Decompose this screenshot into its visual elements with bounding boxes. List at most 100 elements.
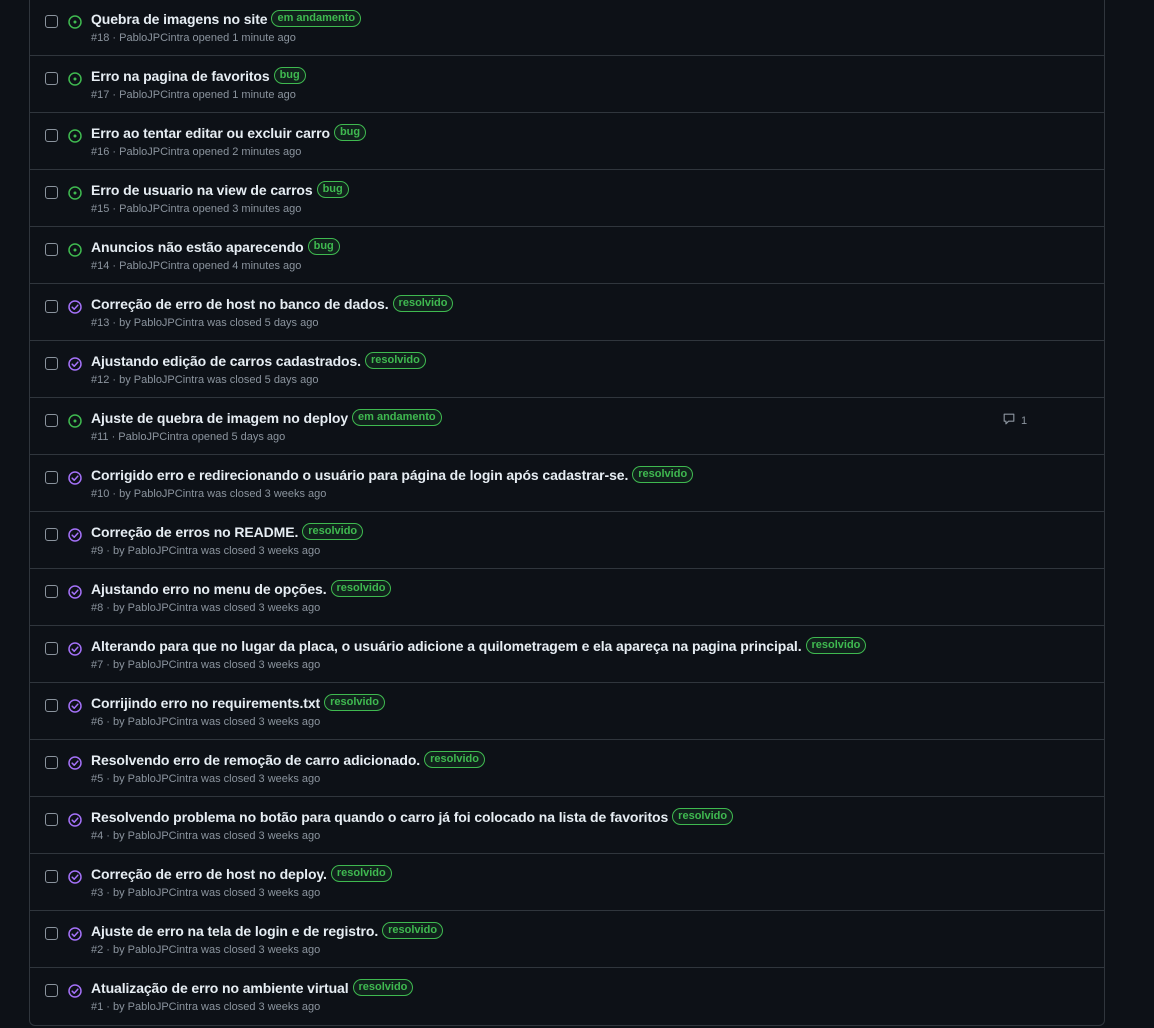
issue-title-link[interactable]: Corrijindo erro no requirements.txt: [91, 695, 320, 711]
select-checkbox[interactable]: [45, 528, 58, 541]
issue-row[interactable]: Ajuste de quebra de imagem no deploy em a…: [30, 397, 1104, 454]
select-checkbox[interactable]: [45, 642, 58, 655]
issue-label[interactable]: em andamento: [352, 409, 442, 426]
issue-row[interactable]: Ajuste de erro na tela de login e de reg…: [30, 910, 1104, 967]
issue-row[interactable]: Resolvendo problema no botão para quando…: [30, 796, 1104, 853]
issue-label[interactable]: bug: [273, 67, 306, 84]
issue-title-link[interactable]: Resolvendo erro de remoção de carro adic…: [91, 752, 420, 768]
issue-meta: #16 · PabloJPCintra opened 2 minutes ago: [91, 146, 302, 158]
issue-title-link[interactable]: Resolvendo problema no botão para quando…: [91, 809, 668, 825]
issue-title-link[interactable]: Correção de erro de host no banco de dad…: [91, 296, 389, 312]
issue-label[interactable]: em andamento: [271, 10, 362, 27]
select-checkbox[interactable]: [45, 927, 58, 940]
issue-title-link[interactable]: Quebra de imagens no site: [91, 11, 268, 27]
issue-title-link[interactable]: Corrigido erro e redirecionando o usuári…: [91, 467, 628, 483]
issue-label[interactable]: resolvido: [330, 865, 392, 882]
issue-meta: #10 · by PabloJPCintra was closed 3 week…: [91, 488, 327, 500]
issue-row[interactable]: Correção de erro de host no deploy. resol…: [30, 853, 1104, 910]
issue-closed-icon: [67, 698, 83, 714]
issue-closed-icon: [67, 470, 83, 486]
issue-label[interactable]: resolvido: [672, 808, 734, 825]
select-checkbox[interactable]: [45, 243, 58, 256]
issue-title-link[interactable]: Ajustando edição de carros cadastrados.: [91, 353, 361, 369]
select-checkbox[interactable]: [45, 585, 58, 598]
issue-title-link[interactable]: Erro na pagina de favoritos: [91, 68, 270, 84]
issue-row[interactable]: Correção de erros no README. resolvido #9 …: [30, 511, 1104, 568]
issue-title-link[interactable]: Erro ao tentar editar ou excluir carro: [91, 125, 330, 141]
select-checkbox[interactable]: [45, 756, 58, 769]
issue-title-line: Erro na pagina de favoritos bug: [91, 67, 306, 84]
select-checkbox[interactable]: [45, 471, 58, 484]
issue-row[interactable]: Anuncios não estão aparecendo bug #14 · Pa…: [30, 226, 1104, 283]
select-checkbox[interactable]: [45, 300, 58, 313]
issue-row[interactable]: Corrigido erro e redirecionando o usuári…: [30, 454, 1104, 511]
issue-opened-icon: [67, 128, 83, 144]
issue-title-line: Ajuste de erro na tela de login e de reg…: [91, 922, 444, 939]
select-checkbox[interactable]: [45, 699, 58, 712]
issue-meta: #7 · by PabloJPCintra was closed 3 weeks…: [91, 659, 321, 671]
issue-title-line: Correção de erro de host no deploy. resol…: [91, 865, 392, 882]
issue-title-line: Corrijindo erro no requirements.txt resol…: [91, 694, 385, 711]
issue-label[interactable]: resolvido: [424, 751, 485, 768]
issue-label[interactable]: resolvido: [382, 922, 444, 939]
issue-closed-icon: [67, 812, 83, 828]
select-checkbox[interactable]: [45, 813, 58, 826]
issue-row[interactable]: Quebra de imagens no site em andamento #18…: [30, 0, 1104, 55]
issue-row[interactable]: Resolvendo erro de remoção de carro adic…: [30, 739, 1104, 796]
select-checkbox[interactable]: [45, 129, 58, 142]
issue-title-link[interactable]: Ajuste de erro na tela de login e de reg…: [91, 923, 378, 939]
issue-meta: #8 · by PabloJPCintra was closed 3 weeks…: [91, 602, 321, 614]
issue-label[interactable]: resolvido: [632, 466, 694, 483]
select-checkbox[interactable]: [45, 186, 58, 199]
comment-count-link[interactable]: 1: [1002, 412, 1027, 429]
issue-closed-icon: [67, 869, 83, 885]
issue-label[interactable]: resolvido: [352, 979, 414, 996]
issue-meta: #13 · by PabloJPCintra was closed 5 days…: [91, 317, 319, 329]
select-checkbox[interactable]: [45, 870, 58, 883]
issue-label[interactable]: resolvido: [805, 637, 867, 654]
issue-meta: #17 · PabloJPCintra opened 1 minute ago: [91, 89, 296, 101]
issue-row[interactable]: Erro ao tentar editar ou excluir carro bu…: [30, 112, 1104, 169]
select-checkbox[interactable]: [45, 15, 58, 28]
issue-title-link[interactable]: Alterando para que no lugar da placa, o …: [91, 638, 802, 654]
issue-label[interactable]: bug: [307, 238, 340, 255]
issue-title-line: Resolvendo erro de remoção de carro adic…: [91, 751, 485, 768]
issue-title-link[interactable]: Ajuste de quebra de imagem no deploy: [91, 410, 348, 426]
issue-title-link[interactable]: Erro de usuario na view de carros: [91, 182, 313, 198]
issue-title-line: Atualização de erro no ambiente virtual r…: [91, 979, 414, 996]
comment-count: 1: [1021, 414, 1028, 427]
issue-row[interactable]: Correção de erro de host no banco de dad…: [30, 283, 1104, 340]
issue-label[interactable]: resolvido: [302, 523, 364, 540]
select-checkbox[interactable]: [45, 72, 58, 85]
issue-row[interactable]: Atualização de erro no ambiente virtual r…: [30, 967, 1104, 1024]
issue-label[interactable]: resolvido: [364, 352, 426, 369]
issue-title-link[interactable]: Atualização de erro no ambiente virtual: [91, 980, 349, 996]
select-checkbox[interactable]: [45, 414, 58, 427]
select-checkbox[interactable]: [45, 984, 58, 997]
issue-row[interactable]: Alterando para que no lugar da placa, o …: [30, 625, 1104, 682]
select-checkbox[interactable]: [45, 357, 58, 370]
issue-list: Quebra de imagens no site em andamento #18…: [29, 0, 1105, 1026]
issue-label[interactable]: bug: [333, 124, 367, 141]
issue-closed-icon: [67, 983, 83, 999]
issue-title-link[interactable]: Correção de erros no README.: [91, 524, 298, 540]
issue-row[interactable]: Erro de usuario na view de carros bug #15 …: [30, 169, 1104, 226]
issue-label[interactable]: resolvido: [330, 580, 392, 597]
issue-meta: #14 · PabloJPCintra opened 4 minutes ago: [91, 260, 302, 272]
issue-label[interactable]: bug: [316, 181, 349, 198]
issue-title-line: Ajuste de quebra de imagem no deploy em a…: [91, 409, 442, 426]
issue-title-link[interactable]: Correção de erro de host no deploy.: [91, 866, 327, 882]
issue-title-link[interactable]: Anuncios não estão aparecendo: [91, 239, 304, 255]
issue-row[interactable]: Corrijindo erro no requirements.txt resol…: [30, 682, 1104, 739]
issue-label[interactable]: resolvido: [324, 694, 385, 711]
issue-meta: #12 · by PabloJPCintra was closed 5 days…: [91, 374, 319, 386]
issue-row[interactable]: Erro na pagina de favoritos bug #17 · Pabl…: [30, 55, 1104, 112]
issue-label[interactable]: resolvido: [392, 295, 454, 312]
issue-closed-icon: [67, 299, 83, 315]
issue-closed-icon: [67, 641, 83, 657]
issue-closed-icon: [67, 755, 83, 771]
issue-closed-icon: [67, 527, 83, 543]
issue-row[interactable]: Ajustando edição de carros cadastrados. r…: [30, 340, 1104, 397]
issue-title-link[interactable]: Ajustando erro no menu de opções.: [91, 581, 327, 597]
issue-row[interactable]: Ajustando erro no menu de opções. resolvi…: [30, 568, 1104, 625]
